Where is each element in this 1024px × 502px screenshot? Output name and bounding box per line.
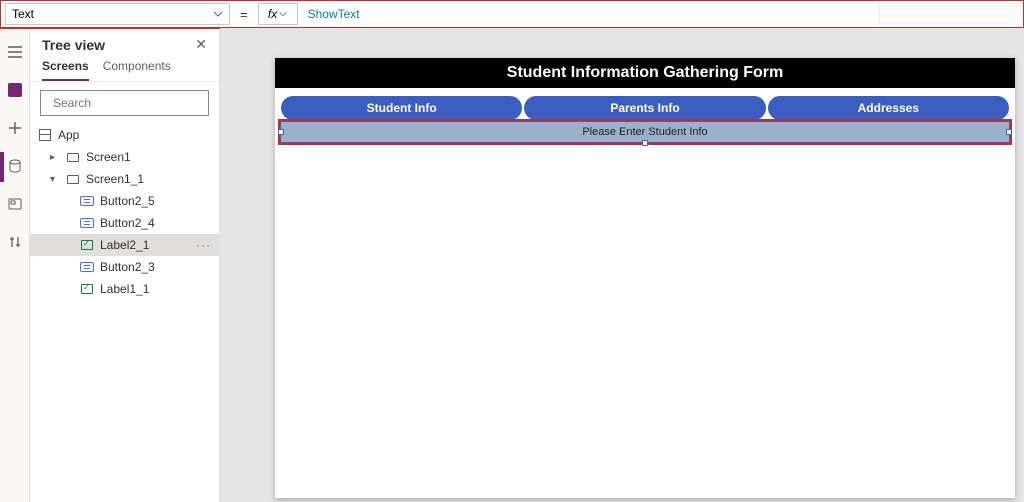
tree-item-label: Screen1 — [86, 150, 131, 164]
formula-input[interactable] — [298, 3, 879, 25]
label-control-icon — [80, 282, 94, 296]
tab-addresses[interactable]: Addresses — [768, 96, 1009, 120]
tree-item-Button2_3[interactable]: Button2_3 — [30, 256, 219, 278]
tree-search[interactable] — [40, 90, 209, 116]
fx-label: fx — [268, 7, 277, 21]
button-control-icon — [80, 260, 94, 274]
chevron-down-icon — [279, 10, 287, 18]
tree-item-Button2_5[interactable]: Button2_5 — [30, 190, 219, 212]
tree-item-label: Button2_3 — [100, 260, 155, 274]
resize-handle-left[interactable] — [278, 129, 284, 135]
tree-body: App ▸ Screen1 ▾ Screen1_1 Button2_5 Button2_4… — [30, 124, 219, 300]
tab-components[interactable]: Components — [103, 59, 171, 81]
more-icon[interactable]: ··· — [196, 238, 211, 252]
tab-screens[interactable]: Screens — [42, 59, 89, 81]
canvas-area: Student Information Gathering Form Stude… — [220, 28, 1024, 502]
resize-handle-right[interactable] — [1006, 129, 1012, 135]
tree-panel: Tree view ✕ Screens Components App ▸ Scre… — [30, 28, 220, 502]
button-control-icon — [80, 216, 94, 230]
label-control-icon — [80, 238, 94, 252]
chevron-down-icon[interactable]: ▾ — [50, 174, 60, 185]
resize-handle-bottom[interactable] — [642, 140, 648, 146]
tree-item-label: Screen1_1 — [86, 172, 144, 186]
data-icon[interactable] — [7, 158, 23, 174]
info-message-label[interactable]: Please Enter Student Info — [280, 121, 1010, 143]
property-dropdown[interactable]: Text — [5, 3, 230, 25]
hamburger-icon[interactable] — [7, 44, 23, 60]
tree-item-Button2_4[interactable]: Button2_4 — [30, 212, 219, 234]
tree-item-label: Button2_5 — [100, 194, 155, 208]
tree-item-Screen1_1[interactable]: ▾ Screen1_1 — [30, 168, 219, 190]
screen-icon — [66, 150, 80, 164]
tree-view-icon[interactable] — [7, 82, 23, 98]
tab-student-info[interactable]: Student Info — [281, 96, 522, 120]
equals-sign: = — [230, 7, 258, 22]
form-title: Student Information Gathering Form — [275, 58, 1015, 88]
tree-item-label: Button2_4 — [100, 216, 155, 230]
close-icon[interactable]: ✕ — [195, 36, 207, 53]
tree-item-label: Label2_1 — [100, 238, 149, 252]
property-name: Text — [12, 7, 34, 21]
tree-app-node[interactable]: App — [30, 124, 219, 146]
screen-icon — [66, 172, 80, 186]
left-rail — [0, 28, 30, 502]
chevron-down-icon — [213, 9, 223, 19]
chevron-right-icon[interactable]: ▸ — [50, 152, 60, 163]
tree-item-Label1_1[interactable]: Label1_1 — [30, 278, 219, 300]
tools-icon[interactable] — [7, 234, 23, 250]
formula-bar: Text = fx — [0, 0, 1024, 28]
button-control-icon — [80, 194, 94, 208]
media-icon[interactable] — [7, 196, 23, 212]
tab-parents-info[interactable]: Parents Info — [524, 96, 765, 120]
tree-item-Label2_1[interactable]: Label2_1 ··· — [30, 234, 219, 256]
tree-title: Tree view — [42, 37, 105, 53]
selected-element-frame[interactable]: Please Enter Student Info — [279, 120, 1011, 144]
tree-item-Screen1[interactable]: ▸ Screen1 — [30, 146, 219, 168]
app-canvas[interactable]: Student Information Gathering Form Stude… — [275, 58, 1015, 498]
tree-item-label: Label1_1 — [100, 282, 149, 296]
fx-button[interactable]: fx — [258, 3, 298, 25]
tree-item-label: App — [58, 128, 79, 142]
plus-icon[interactable] — [7, 120, 23, 136]
form-tab-row: Student Info Parents Info Addresses — [275, 88, 1015, 120]
search-input[interactable] — [53, 96, 208, 110]
info-message-text: Please Enter Student Info — [582, 126, 707, 138]
formula-bar-tail — [879, 3, 1019, 25]
